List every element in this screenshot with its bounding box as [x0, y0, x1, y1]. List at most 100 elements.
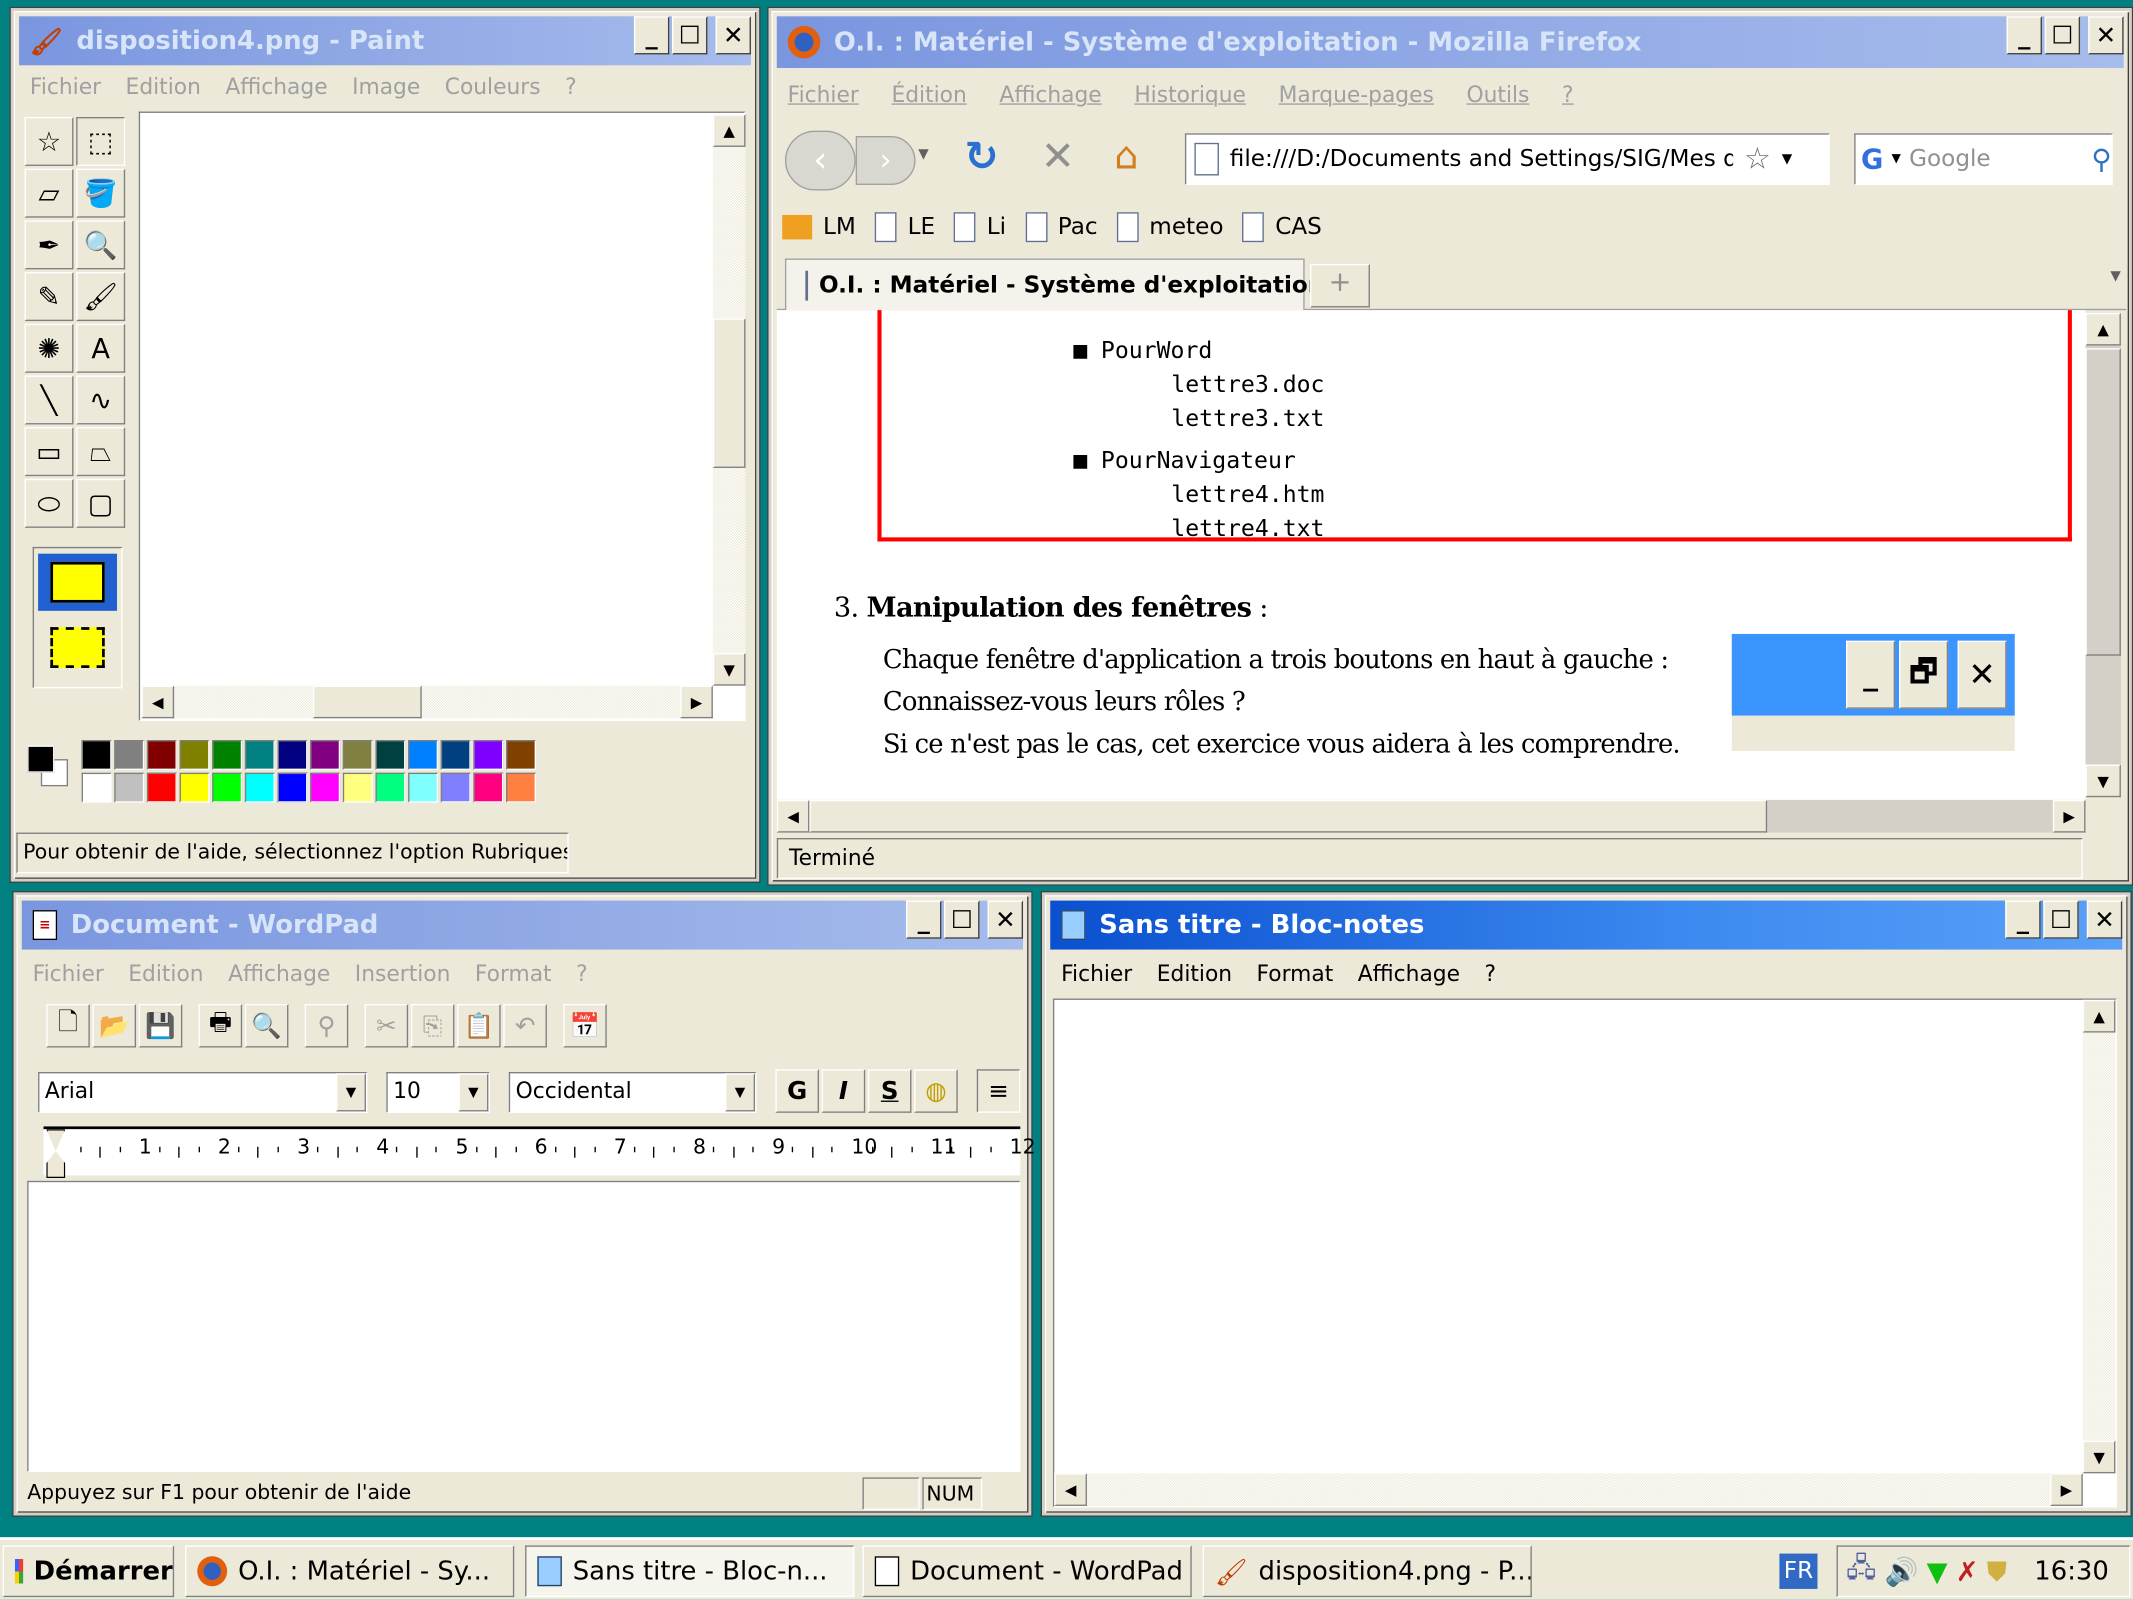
volume-icon[interactable]: 🔊	[1885, 1555, 1919, 1588]
palette-color-swatch[interactable]	[81, 740, 112, 770]
menu-item[interactable]: ?	[565, 73, 577, 99]
palette-color-swatch[interactable]	[342, 772, 373, 803]
ellipse-tool-icon[interactable]: ⬭	[24, 478, 74, 528]
palette-color-swatch[interactable]	[310, 772, 341, 803]
date-time-button[interactable]: 📅	[563, 1003, 607, 1048]
menu-item[interactable]: Édition	[891, 82, 966, 108]
engine-dropdown-icon[interactable]: ▼	[1892, 152, 1901, 166]
maximize-button[interactable]: ☐	[944, 900, 980, 939]
paint-canvas-area[interactable]	[138, 111, 746, 722]
menu-item[interactable]: Edition	[128, 960, 203, 986]
maximize-button[interactable]: ☐	[672, 16, 708, 55]
palette-color-swatch[interactable]	[277, 740, 308, 770]
font-select[interactable]: Arial ▼	[38, 1071, 368, 1113]
network-icon[interactable]: ✗	[1956, 1555, 1979, 1588]
scroll-up-icon[interactable]: ▲	[2082, 999, 2116, 1033]
scroll-left-icon[interactable]: ◀	[776, 799, 810, 833]
scroll-thumb[interactable]	[312, 685, 422, 719]
chevron-down-icon[interactable]: ▼	[458, 1073, 489, 1112]
undo-button[interactable]: ↶	[503, 1003, 547, 1048]
scroll-down-icon[interactable]: ▼	[2085, 764, 2121, 798]
line-tool-icon[interactable]: ╲	[24, 375, 74, 425]
menu-item[interactable]: Marque-pages	[1279, 82, 1434, 108]
security-shield-icon[interactable]: ⛊	[1987, 1555, 2007, 1588]
search-engine-icon[interactable]: G	[1861, 143, 1883, 176]
start-button[interactable]: Démarrer	[2, 1545, 175, 1598]
menu-item[interactable]: Image	[352, 73, 420, 99]
palette-color-swatch[interactable]	[506, 772, 536, 803]
maximize-button[interactable]: ☐	[2044, 16, 2081, 55]
rounded-rect-tool-icon[interactable]: ▢	[76, 478, 126, 528]
palette-color-swatch[interactable]	[212, 772, 243, 803]
menu-item[interactable]: Historique	[1134, 82, 1246, 108]
bookmark-star-icon[interactable]: ☆	[1744, 142, 1771, 176]
palette-color-swatch[interactable]	[244, 772, 275, 803]
minimize-button[interactable]: _	[2005, 900, 2041, 939]
content-horizontal-scrollbar[interactable]: ◀ ▶	[776, 799, 2086, 833]
menu-item[interactable]: Couleurs	[445, 73, 541, 99]
palette-color-swatch[interactable]	[473, 772, 504, 803]
notepad-title-bar[interactable]: Sans titre - Bloc-notes	[1050, 900, 2123, 950]
free-select-tool-icon[interactable]: ☆	[24, 116, 74, 166]
script-select[interactable]: Occidental ▼	[508, 1071, 757, 1113]
palette-color-swatch[interactable]	[440, 772, 471, 803]
palette-color-swatch[interactable]	[146, 772, 177, 803]
palette-color-swatch[interactable]	[114, 740, 145, 770]
scroll-right-icon[interactable]: ▶	[2050, 1473, 2083, 1506]
scroll-down-icon[interactable]: ▼	[2082, 1440, 2116, 1474]
menu-item[interactable]: ?	[1484, 960, 1496, 986]
maximize-button[interactable]: ☐	[2043, 900, 2079, 939]
palette-color-swatch[interactable]	[179, 772, 210, 803]
color-palette-icon[interactable]: ◍	[914, 1069, 958, 1113]
scroll-thumb[interactable]	[2085, 348, 2121, 656]
taskbar-item-paint[interactable]: 🖌 disposition4.png - P...	[1202, 1545, 1532, 1598]
palette-color-swatch[interactable]	[310, 740, 341, 770]
scroll-up-icon[interactable]: ▲	[2085, 312, 2121, 346]
close-button[interactable]: ✕	[2088, 16, 2124, 55]
menu-item[interactable]: Affichage	[1358, 960, 1460, 986]
wordpad-title-bar[interactable]: ≡ Document - WordPad	[21, 900, 1024, 950]
back-button[interactable]: ‹	[784, 130, 856, 191]
scroll-right-icon[interactable]: ▶	[680, 685, 713, 719]
scroll-up-icon[interactable]: ▲	[712, 114, 746, 147]
save-button[interactable]: 💾	[138, 1003, 183, 1048]
firefox-title-bar[interactable]: O.I. : Matériel - Système d'exploitation…	[776, 16, 2124, 69]
tab-active[interactable]: O.I. : Matériel - Système d'exploitation	[784, 258, 1324, 311]
url-bar[interactable]: file:///D:/Documents and Settings/SIG/Me…	[1184, 133, 1830, 186]
scroll-left-icon[interactable]: ◀	[1054, 1473, 1087, 1506]
align-left-button[interactable]: ≡	[976, 1069, 1021, 1113]
wifi-icon[interactable]: ▼	[1927, 1555, 1948, 1588]
menu-item[interactable]: Edition	[1157, 960, 1232, 986]
menu-item[interactable]: Format	[1257, 960, 1334, 986]
cut-button[interactable]: ✂	[364, 1003, 409, 1048]
bookmark-item[interactable]: LE	[874, 212, 935, 243]
bookmark-item[interactable]: Pac	[1025, 212, 1098, 243]
open-button[interactable]: 📂	[92, 1003, 137, 1048]
chevron-down-icon[interactable]: ▼	[725, 1073, 756, 1112]
vertical-scrollbar[interactable]: ▲ ▼	[2082, 999, 2116, 1474]
text-tool-icon[interactable]: A	[76, 323, 126, 373]
menu-item[interactable]: ?	[1562, 82, 1574, 108]
minimize-button[interactable]: _	[906, 900, 942, 939]
tab-list-icon[interactable]: ▼	[2110, 269, 2120, 284]
italic-button[interactable]: I	[821, 1069, 866, 1113]
url-dropdown-icon[interactable]: ▼	[1782, 152, 1792, 167]
palette-color-swatch[interactable]	[146, 740, 177, 770]
minimize-button[interactable]: _	[633, 16, 670, 55]
menu-item[interactable]: Affichage	[999, 82, 1101, 108]
transparent-option-icon[interactable]	[38, 619, 117, 676]
polygon-tool-icon[interactable]: ⏢	[76, 427, 126, 477]
scroll-thumb[interactable]	[712, 318, 746, 468]
bookmark-item[interactable]: meteo	[1116, 212, 1224, 243]
ruler[interactable]: 1 2 3 4 5 6 7 8 9 10 11 12	[43, 1126, 1036, 1176]
print-button[interactable]: 🖶	[198, 1003, 243, 1048]
reload-icon[interactable]: ↻	[965, 133, 999, 181]
palette-color-swatch[interactable]	[114, 772, 145, 803]
menu-item[interactable]: Outils	[1466, 82, 1529, 108]
bookmark-item[interactable]: LM	[782, 214, 856, 241]
taskbar-item-firefox[interactable]: O.I. : Matériel - Sy...	[185, 1545, 515, 1598]
palette-color-swatch[interactable]	[277, 772, 308, 803]
menu-item[interactable]: Fichier	[788, 82, 859, 108]
document-area[interactable]	[27, 1180, 1021, 1472]
new-tab-button[interactable]: +	[1310, 263, 1370, 308]
